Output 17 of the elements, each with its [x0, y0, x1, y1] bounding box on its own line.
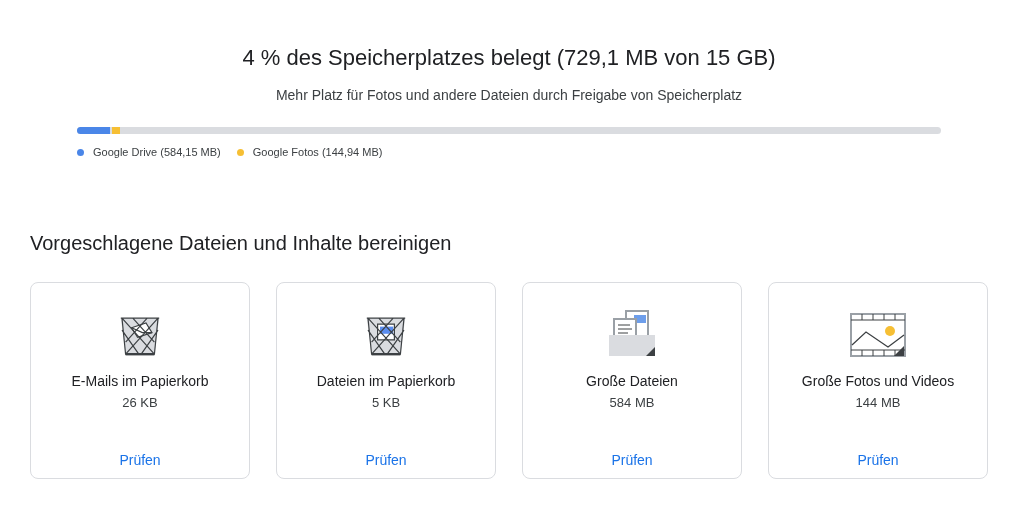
legend-label: Google Fotos (144,94 MB) — [252, 146, 383, 158]
card-title: Große Dateien — [586, 373, 678, 389]
legend-label: Google Drive (584,15 MB) — [93, 146, 221, 158]
card-title: Dateien im Papierkorb — [316, 373, 456, 389]
review-link[interactable]: Prüfen — [607, 450, 657, 470]
storage-title: 4 % des Speicherplatzes belegt (729,1 MB von 15 GB) — [242, 45, 776, 71]
section-heading: Vorgeschlagene Dateien und Inhalte bereinigen — [30, 232, 453, 255]
review-link[interactable]: Prüfen — [361, 450, 411, 470]
card-size: 5 KB — [371, 395, 401, 410]
card-size: 144 MB — [855, 395, 901, 410]
card-size: 26 KB — [122, 395, 158, 410]
review-link[interactable]: Prüfen — [115, 450, 165, 470]
card-title: Große Fotos und Videos — [801, 373, 955, 389]
review-link[interactable]: Prüfen — [853, 450, 903, 470]
card-title: E-Mails im Papierkorb — [71, 373, 209, 389]
card-size: 584 MB — [609, 395, 655, 410]
storage-subtitle: Mehr Platz für Fotos und andere Dateien durch Freigabe von Speicherplatz — [275, 87, 743, 103]
